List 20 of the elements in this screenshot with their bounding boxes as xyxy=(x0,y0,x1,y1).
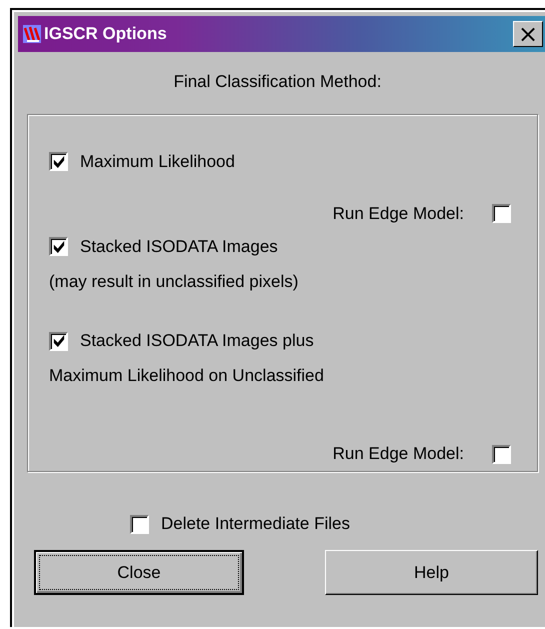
checkbox[interactable] xyxy=(130,514,149,534)
checkbox[interactable] xyxy=(49,237,68,256)
window-title: IGSCR Options xyxy=(44,24,168,44)
note-text: Maximum Likelihood on Unclassified xyxy=(49,366,324,386)
checkbox-label: Delete Intermediate Files xyxy=(161,514,350,534)
checkbox-label: Run Edge Model: xyxy=(332,204,464,224)
checkbox-label: Stacked ISODATA Images xyxy=(80,236,278,257)
checkbox[interactable] xyxy=(49,332,68,351)
checkbox-label: Run Edge Model: xyxy=(332,444,464,464)
checkbox-label: Stacked ISODATA Images plus xyxy=(80,331,314,352)
checkbox[interactable] xyxy=(49,152,68,172)
close-button[interactable]: × xyxy=(513,21,543,47)
app-logo-icon xyxy=(22,24,42,44)
checkbox-label: Maximum Likelihood xyxy=(80,152,235,172)
section-heading: Final Classification Method: xyxy=(172,72,382,92)
checkbox[interactable] xyxy=(492,444,511,464)
checkbox[interactable] xyxy=(492,204,511,224)
dialog-button[interactable]: Help xyxy=(325,550,538,595)
dialog-button[interactable]: Close xyxy=(34,550,244,595)
note-text: (may result in unclassified pixels) xyxy=(49,272,298,292)
